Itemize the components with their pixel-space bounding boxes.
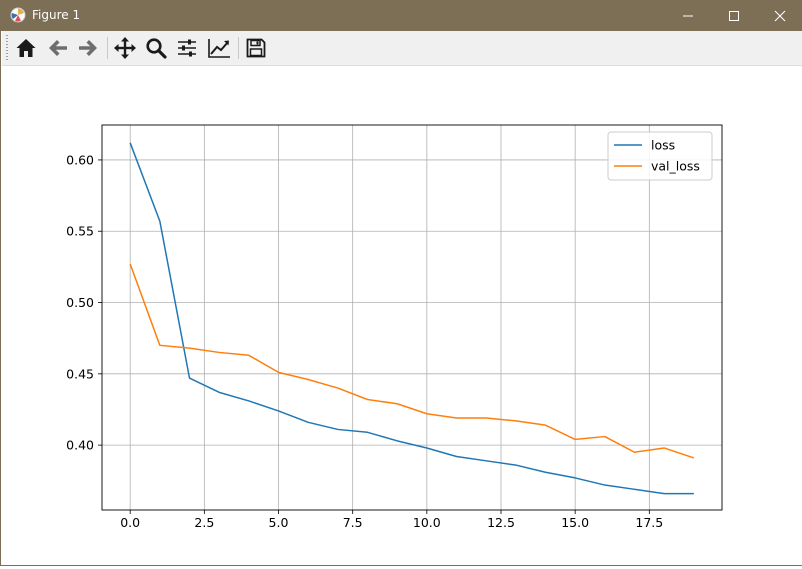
x-tick-label: 2.5 [194,515,214,530]
legend-label-val_loss: val_loss [651,159,700,174]
toolbar-separator [107,37,108,59]
app-icon [10,7,26,23]
subplots-button[interactable] [173,35,201,61]
close-icon [774,10,786,21]
toolbar-separator [238,37,239,59]
arrow-right-icon [79,40,97,56]
line-chart: 0.0 2.5 5.0 7.5 10.0 12.5 15.0 17.5 0.40 0.45 0.50… [66,124,723,530]
x-tick-label: 5.0 [269,515,289,530]
save-icon [246,38,266,58]
maximize-icon [729,10,739,21]
window-title: Figure 1 [32,8,81,22]
close-button[interactable] [757,0,802,31]
x-tick-label: 12.5 [487,515,515,530]
arrow-left-icon [49,40,67,56]
y-tick-label: 0.45 [66,366,94,381]
zoom-button[interactable] [142,35,170,61]
save-button[interactable] [242,35,270,61]
sliders-icon [178,39,196,57]
home-icon [16,39,36,57]
zoom-icon [146,38,167,59]
x-tick-label: 17.5 [635,515,663,530]
back-button[interactable] [44,35,72,61]
x-tick-label: 15.0 [561,515,589,530]
y-tick-label: 0.50 [66,295,94,310]
figure-window: Figure 1 0.0 2.5 5.0 7.5 10.0 12.5 15.0 … [0,0,802,566]
figure-canvas[interactable]: 0.0 2.5 5.0 7.5 10.0 12.5 15.0 17.5 0.40 0.45 0.50… [2,66,802,565]
x-tick-label: 0.0 [120,515,140,530]
move-icon [114,37,136,59]
axes-button[interactable] [205,35,233,61]
title-bar[interactable]: Figure 1 [1,0,802,31]
minimize-icon [683,15,693,16]
plot-area [102,125,722,510]
y-tick-label: 0.60 [66,152,94,167]
maximize-button[interactable] [711,0,757,31]
forward-button[interactable] [74,35,102,61]
minimize-button[interactable] [665,0,711,31]
x-tick-label: 7.5 [343,515,363,530]
home-button[interactable] [12,35,40,61]
line-chart-icon [208,39,230,58]
navigation-toolbar [2,31,802,66]
pan-button[interactable] [111,35,139,61]
y-tick-label: 0.55 [66,224,94,239]
x-tick-label: 10.0 [413,515,441,530]
legend-label-loss: loss [651,138,675,153]
toolbar-grip[interactable] [6,35,8,61]
y-tick-label: 0.40 [66,438,94,453]
